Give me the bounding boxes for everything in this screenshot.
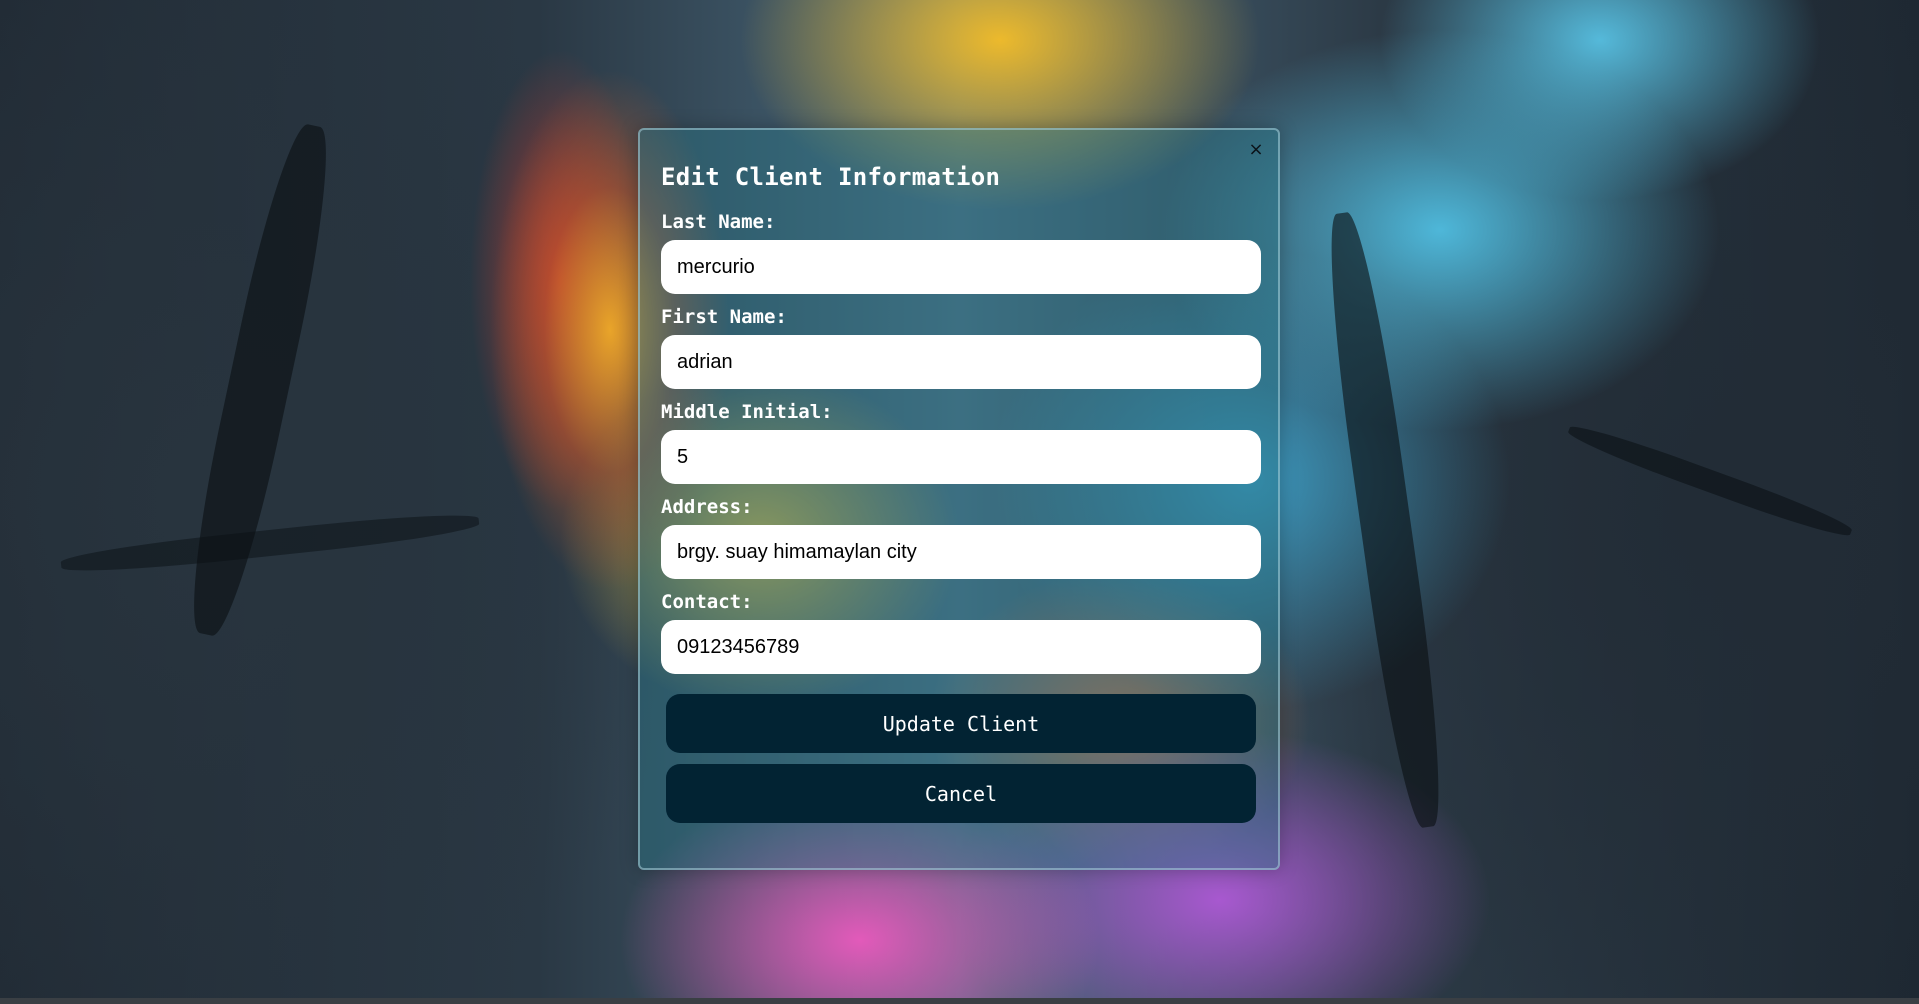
window-bottom-edge: [0, 998, 1919, 1004]
edit-client-modal: × Edit Client Information Last Name: Fir…: [638, 128, 1280, 870]
last-name-input[interactable]: [661, 240, 1261, 294]
close-icon[interactable]: ×: [1246, 140, 1266, 160]
background-crack: [1317, 209, 1453, 831]
cancel-button[interactable]: Cancel: [666, 764, 1256, 823]
address-input[interactable]: [661, 525, 1261, 579]
first-name-input[interactable]: [661, 335, 1261, 389]
first-name-label: First Name:: [661, 306, 787, 328]
middle-initial-label: Middle Initial:: [661, 401, 833, 423]
address-label: Address:: [661, 496, 753, 518]
middle-initial-input[interactable]: [661, 430, 1261, 484]
update-client-button[interactable]: Update Client: [666, 694, 1256, 753]
last-name-label: Last Name:: [661, 211, 776, 233]
background-crack: [1565, 419, 1855, 543]
contact-label: Contact:: [661, 591, 753, 613]
contact-input[interactable]: [661, 620, 1261, 674]
modal-title: Edit Client Information: [661, 163, 1001, 191]
background-crack: [59, 508, 481, 578]
